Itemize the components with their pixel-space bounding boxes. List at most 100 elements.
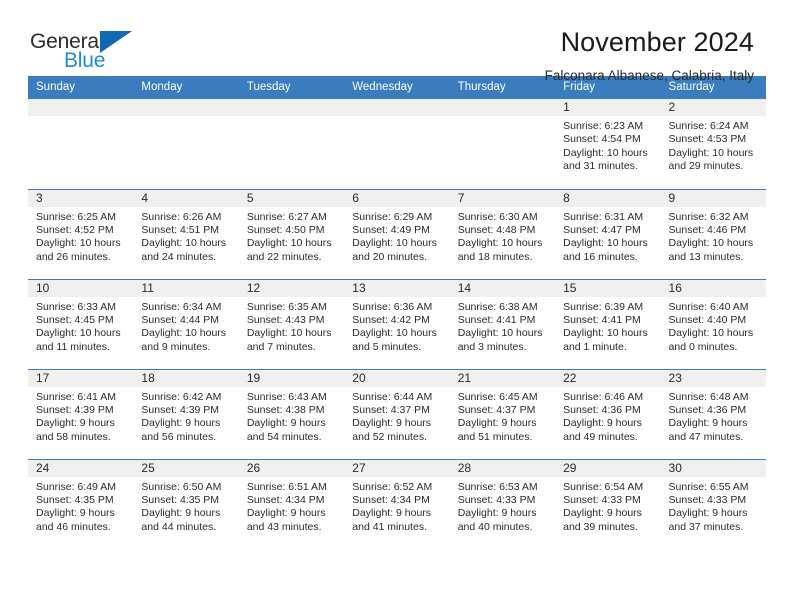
day-details: Sunrise: 6:36 AM Sunset: 4:42 PM Daylight:…: [344, 297, 449, 355]
sunset-text: Sunset: 4:44 PM: [141, 313, 220, 326]
calendar-day-cell[interactable]: 19 Sunrise: 6:43 AM Sunset: 4:38 PM Dayligh…: [238, 368, 345, 459]
calendar-day-cell[interactable]: 9 Sunrise: 6:32 AM Sunset: 4:46 PM Daylight…: [660, 188, 766, 279]
calendar-day-cell[interactable]: 16 Sunrise: 6:40 AM Sunset: 4:40 PM Dayligh…: [660, 278, 766, 369]
daylight-text: Daylight: 10 hours and 29 minutes.: [668, 146, 754, 173]
calendar-day-cell[interactable]: 29 Sunrise: 6:54 AM Sunset: 4:33 PM Dayligh…: [555, 458, 661, 549]
sunset-text: Sunset: 4:33 PM: [457, 493, 536, 506]
day-details: Sunrise: 6:53 AM Sunset: 4:33 PM Daylight:…: [450, 477, 555, 535]
sunset-text: Sunset: 4:40 PM: [668, 313, 747, 326]
day-number: 22: [555, 369, 661, 387]
sunrise-text: Sunrise: 6:38 AM: [457, 300, 538, 313]
calendar-day-cell[interactable]: 30 Sunrise: 6:55 AM Sunset: 4:33 PM Dayligh…: [660, 458, 766, 549]
calendar-day-cell[interactable]: 25 Sunrise: 6:50 AM Sunset: 4:35 PM Dayligh…: [133, 458, 239, 549]
sunrise-text: Sunrise: 6:26 AM: [141, 210, 222, 223]
daylight-text: Daylight: 10 hours and 26 minutes.: [36, 237, 121, 263]
day-details: Sunrise: 6:55 AM Sunset: 4:33 PM Daylight:…: [661, 477, 766, 535]
calendar-day-cell[interactable]: 17 Sunrise: 6:41 AM Sunset: 4:39 PM Dayligh…: [28, 368, 134, 459]
calendar-day-cell[interactable]: 8 Sunrise: 6:31 AM Sunset: 4:47 PM Daylight…: [555, 188, 661, 279]
sunset-text: Sunset: 4:36 PM: [563, 403, 641, 416]
calendar-day-cell[interactable]: 5 Sunrise: 6:27 AM Sunset: 4:50 PM Daylight…: [238, 188, 345, 279]
calendar-week-row: 3 Sunrise: 6:25 AM Sunset: 4:52 PM Daylight…: [28, 188, 766, 279]
day-number: 8: [555, 189, 661, 207]
sunrise-text: Sunrise: 6:40 AM: [668, 300, 749, 313]
calendar-day-cell-empty: [133, 99, 239, 189]
calendar-day-cell[interactable]: 22 Sunrise: 6:46 AM Sunset: 4:36 PM Dayligh…: [555, 368, 661, 459]
day-details: Sunrise: 6:39 AM Sunset: 4:41 PM Daylight:…: [555, 297, 660, 355]
daylight-text: Daylight: 10 hours and 16 minutes.: [563, 237, 648, 263]
day-number: 2: [660, 99, 766, 116]
sunrise-text: Sunrise: 6:44 AM: [352, 390, 433, 403]
calendar-day-cell[interactable]: 2 Sunrise: 6:24 AM Sunset: 4:53 PM Daylight…: [660, 99, 766, 189]
calendar-day-cell[interactable]: 27 Sunrise: 6:52 AM Sunset: 4:34 PM Dayligh…: [344, 458, 450, 549]
sunrise-text: Sunrise: 6:33 AM: [36, 300, 116, 313]
calendar-day-cell[interactable]: 20 Sunrise: 6:44 AM Sunset: 4:37 PM Dayligh…: [344, 368, 450, 459]
logo-general-word: General: [30, 30, 104, 53]
sunrise-text: Sunrise: 6:50 AM: [141, 480, 222, 493]
calendar-day-cell[interactable]: 28 Sunrise: 6:53 AM Sunset: 4:33 PM Dayligh…: [449, 458, 556, 549]
day-number: 28: [449, 459, 556, 477]
sunrise-text: Sunrise: 6:45 AM: [457, 390, 538, 403]
calendar-day-cell[interactable]: 21 Sunrise: 6:45 AM Sunset: 4:37 PM Dayligh…: [449, 368, 556, 459]
daylight-text: Daylight: 10 hours and 31 minutes.: [563, 146, 648, 173]
day-number: 27: [344, 459, 450, 477]
calendar-day-cell[interactable]: 13 Sunrise: 6:36 AM Sunset: 4:42 PM Dayligh…: [344, 278, 450, 369]
calendar-day-cell[interactable]: 23 Sunrise: 6:48 AM Sunset: 4:36 PM Dayligh…: [660, 368, 766, 459]
weekday-header-thursday: Thursday: [449, 76, 556, 99]
calendar-day-cell[interactable]: 6 Sunrise: 6:29 AM Sunset: 4:49 PM Daylight…: [344, 188, 450, 279]
day-details: Sunrise: 6:32 AM Sunset: 4:46 PM Daylight:…: [661, 207, 766, 265]
day-number: 20: [344, 369, 450, 387]
calendar-day-cell[interactable]: 15 Sunrise: 6:39 AM Sunset: 4:41 PM Dayligh…: [555, 278, 661, 369]
calendar-day-cell[interactable]: 26 Sunrise: 6:51 AM Sunset: 4:34 PM Dayligh…: [238, 458, 345, 549]
page-title: November 2024: [560, 27, 754, 57]
day-details: Sunrise: 6:23 AM Sunset: 4:54 PM Daylight:…: [555, 116, 660, 174]
sunset-text: Sunset: 4:33 PM: [668, 493, 747, 506]
calendar-day-cell[interactable]: 4 Sunrise: 6:26 AM Sunset: 4:51 PM Daylight…: [133, 188, 239, 279]
sunset-text: Sunset: 4:41 PM: [457, 313, 536, 326]
sunrise-text: Sunrise: 6:39 AM: [563, 300, 644, 313]
sunset-text: Sunset: 4:48 PM: [457, 223, 536, 236]
sunset-text: Sunset: 4:35 PM: [36, 493, 114, 506]
day-number: 17: [28, 369, 134, 387]
sunset-text: Sunset: 4:33 PM: [563, 493, 641, 506]
day-number: 14: [449, 279, 556, 297]
sunrise-text: Sunrise: 6:54 AM: [563, 480, 644, 493]
calendar-day-cell[interactable]: 18 Sunrise: 6:42 AM Sunset: 4:39 PM Dayligh…: [133, 368, 239, 459]
calendar-day-cell[interactable]: 24 Sunrise: 6:49 AM Sunset: 4:35 PM Dayligh…: [28, 458, 134, 549]
sunset-text: Sunset: 4:43 PM: [246, 313, 325, 326]
day-details: Sunrise: 6:42 AM Sunset: 4:39 PM Daylight:…: [133, 387, 238, 445]
sunset-text: Sunset: 4:45 PM: [36, 313, 114, 326]
sunset-text: Sunset: 4:35 PM: [141, 493, 220, 506]
daylight-text: Daylight: 9 hours and 43 minutes.: [246, 507, 326, 533]
sunset-text: Sunset: 4:53 PM: [668, 133, 747, 146]
sunset-text: Sunset: 4:37 PM: [457, 403, 536, 416]
calendar-day-cell[interactable]: 10 Sunrise: 6:33 AM Sunset: 4:45 PM Dayligh…: [28, 278, 134, 369]
calendar-day-cell[interactable]: 1 Sunrise: 6:23 AM Sunset: 4:54 PM Daylight…: [555, 99, 661, 189]
sunrise-text: Sunrise: 6:49 AM: [36, 480, 116, 493]
sunset-text: Sunset: 4:34 PM: [352, 493, 430, 506]
calendar-day-cell[interactable]: 14 Sunrise: 6:38 AM Sunset: 4:41 PM Dayligh…: [449, 278, 556, 369]
daylight-text: Daylight: 9 hours and 52 minutes.: [352, 417, 432, 443]
calendar-day-cell[interactable]: 11 Sunrise: 6:34 AM Sunset: 4:44 PM Dayligh…: [133, 278, 239, 369]
day-details: Sunrise: 6:30 AM Sunset: 4:48 PM Daylight:…: [450, 207, 555, 265]
sunrise-text: Sunrise: 6:42 AM: [141, 390, 222, 403]
daylight-text: Daylight: 10 hours and 18 minutes.: [457, 237, 543, 263]
sunrise-text: Sunrise: 6:51 AM: [246, 480, 327, 493]
calendar-day-cell[interactable]: 12 Sunrise: 6:35 AM Sunset: 4:43 PM Dayligh…: [238, 278, 345, 369]
daylight-text: Daylight: 10 hours and 1 minute.: [563, 327, 648, 353]
day-details: Sunrise: 6:52 AM Sunset: 4:34 PM Daylight:…: [344, 477, 449, 535]
day-number: 21: [449, 369, 556, 387]
day-number: 18: [133, 369, 239, 387]
calendar-day-cell[interactable]: 3 Sunrise: 6:25 AM Sunset: 4:52 PM Daylight…: [28, 188, 134, 279]
daylight-text: Daylight: 9 hours and 41 minutes.: [352, 507, 432, 533]
general-blue-logo[interactable]: General Blue: [30, 26, 170, 72]
day-number: 29: [555, 459, 661, 477]
sunset-text: Sunset: 4:39 PM: [141, 403, 220, 416]
day-details: Sunrise: 6:40 AM Sunset: 4:40 PM Daylight:…: [661, 297, 766, 355]
sunrise-text: Sunrise: 6:55 AM: [668, 480, 749, 493]
calendar-table: Sunday Monday Tuesday Wednesday Thursday Frid…: [28, 76, 766, 549]
day-details: Sunrise: 6:41 AM Sunset: 4:39 PM Daylight:…: [28, 387, 133, 445]
daylight-text: Daylight: 9 hours and 58 minutes.: [36, 417, 115, 443]
calendar-day-cell[interactable]: 7 Sunrise: 6:30 AM Sunset: 4:48 PM Daylight…: [449, 188, 556, 279]
day-details: Sunrise: 6:43 AM Sunset: 4:38 PM Daylight:…: [239, 387, 344, 445]
sunset-text: Sunset: 4:38 PM: [246, 403, 325, 416]
